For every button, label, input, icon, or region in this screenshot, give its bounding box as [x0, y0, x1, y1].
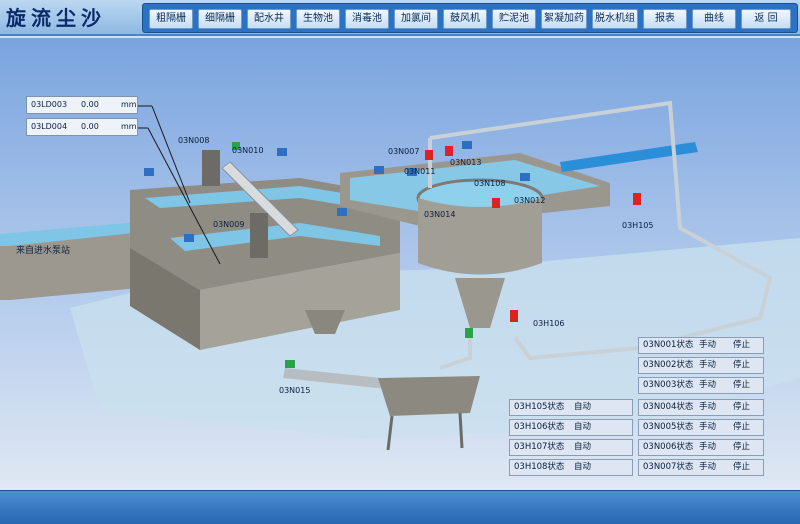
equipment-tag-03h106: 03H106 [533, 319, 565, 328]
washer-leg-2 [458, 412, 464, 449]
equipment-tag-03n007: 03N007 [388, 147, 420, 156]
status-row-03h107[interactable]: 03H107状态 自动 [509, 439, 633, 456]
status-row-03h106[interactable]: 03H106状态 自动 [509, 419, 633, 436]
level-tag: 03LD003 [31, 100, 68, 109]
status-state: 停止 [733, 462, 751, 472]
status-name: 03H108状态 [514, 462, 565, 472]
status-name: 03N007状态 [643, 462, 694, 472]
nav-back-button[interactable]: 返 回 [741, 9, 791, 29]
nav-bio-tank-button[interactable]: 生物池 [296, 9, 340, 29]
status-mode: 手动 [699, 340, 717, 350]
status-mode: 手动 [699, 442, 717, 452]
status-state: 停止 [733, 402, 751, 412]
status-row-03n002[interactable]: 03N002状态 手动 停止 [638, 357, 764, 374]
grit-washer [378, 376, 480, 416]
status-state: 停止 [733, 380, 751, 390]
status-row-03n006[interactable]: 03N006状态 手动 停止 [638, 439, 764, 456]
nav-sludge-tank-button[interactable]: 贮泥池 [492, 9, 536, 29]
nav-report-button[interactable]: 报表 [643, 9, 687, 29]
status-name: 03H107状态 [514, 442, 565, 452]
coarse-screen-frame [202, 150, 220, 186]
nav-chlorine-room-button[interactable]: 加氯间 [394, 9, 438, 29]
page-title: 旋流尘沙 [6, 6, 106, 30]
status-mode: 手动 [699, 422, 717, 432]
valve-icon[interactable] [285, 360, 295, 368]
level-unit: mm [121, 100, 137, 109]
status-name: 03H106状态 [514, 422, 565, 432]
status-row-03h105[interactable]: 03H105状态 自动 [509, 399, 633, 416]
equipment-tag-03n108: 03N108 [474, 179, 506, 188]
app-window: 旋流尘沙 粗隔栅 细隔栅 配水井 生物池 消毒池 加氯间 鼓风机 贮泥池 絮凝加… [0, 0, 800, 524]
valve-icon[interactable] [425, 150, 433, 160]
level-readout-03ld004: 03LD004 0.00 mm [26, 118, 138, 136]
status-mode: 自动 [574, 442, 592, 452]
inlet-label: 来自进水泵站 [16, 246, 71, 256]
status-name: 03H105状态 [514, 402, 565, 412]
status-mode: 自动 [574, 422, 592, 432]
status-row-03h108[interactable]: 03H108状态 自动 [509, 459, 633, 476]
equipment-tag-03n013: 03N013 [450, 158, 482, 167]
nav-dewatering-button[interactable]: 脱水机组 [592, 9, 638, 29]
equipment-tag-03n010: 03N010 [232, 146, 264, 155]
status-mode: 手动 [699, 462, 717, 472]
equipment-tag-03n011: 03N011 [404, 167, 436, 176]
motor-icon [144, 168, 154, 176]
equipment-tag-03n015: 03N015 [279, 386, 311, 395]
footer-bar [0, 490, 800, 524]
valve-icon[interactable] [510, 310, 518, 322]
status-row-03n007[interactable]: 03N007状态 手动 停止 [638, 459, 764, 476]
status-state: 停止 [733, 340, 751, 350]
status-state: 停止 [733, 360, 751, 370]
equipment-tag-03n009: 03N009 [213, 220, 245, 229]
level-value: 0.00 [81, 100, 99, 109]
motor-icon [462, 141, 472, 149]
motor-icon [520, 173, 530, 181]
status-row-03n004[interactable]: 03N004状态 手动 停止 [638, 399, 764, 416]
process-canvas: 03LD003 0.00 mm 03LD004 0.00 mm 来自进水泵站 0… [0, 38, 800, 490]
level-unit: mm [121, 122, 137, 131]
nav-fine-screen-button[interactable]: 细隔栅 [198, 9, 242, 29]
motor-icon [277, 148, 287, 156]
valve-icon[interactable] [633, 193, 641, 205]
status-name: 03N006状态 [643, 442, 694, 452]
status-name: 03N003状态 [643, 380, 694, 390]
nav-blower-button[interactable]: 鼓风机 [443, 9, 487, 29]
equipment-tag-03n014: 03N014 [424, 210, 456, 219]
status-name: 03N004状态 [643, 402, 694, 412]
motor-icon [184, 234, 194, 242]
level-tag: 03LD004 [31, 122, 68, 131]
fine-screen-frame [250, 213, 268, 258]
status-name: 03N001状态 [643, 340, 694, 350]
nav-disinfection-button[interactable]: 消毒池 [345, 9, 389, 29]
nav-coarse-screen-button[interactable]: 粗隔栅 [149, 9, 193, 29]
equipment-tag-03n008: 03N008 [178, 136, 210, 145]
valve-icon[interactable] [445, 146, 453, 156]
valve-icon[interactable] [492, 198, 500, 208]
nav-bar: 粗隔栅 细隔栅 配水井 生物池 消毒池 加氯间 鼓风机 贮泥池 絮凝加药 脱水机… [142, 3, 798, 33]
status-state: 停止 [733, 442, 751, 452]
status-mode: 自动 [574, 462, 592, 472]
motor-icon [337, 208, 347, 216]
nav-distribution-well-button[interactable]: 配水井 [247, 9, 291, 29]
header-bar: 旋流尘沙 粗隔栅 细隔栅 配水井 生物池 消毒池 加氯间 鼓风机 贮泥池 絮凝加… [0, 0, 800, 36]
status-name: 03N005状态 [643, 422, 694, 432]
valve-icon[interactable] [465, 328, 473, 338]
status-name: 03N002状态 [643, 360, 694, 370]
status-row-03n001[interactable]: 03N001状态 手动 停止 [638, 337, 764, 354]
nav-flocculant-button[interactable]: 絮凝加药 [541, 9, 587, 29]
status-row-03n005[interactable]: 03N005状态 手动 停止 [638, 419, 764, 436]
level-value: 0.00 [81, 122, 99, 131]
motor-icon [374, 166, 384, 174]
status-mode: 手动 [699, 360, 717, 370]
level-readout-03ld003: 03LD003 0.00 mm [26, 96, 138, 114]
equipment-tag-03h105: 03H105 [622, 221, 654, 230]
equipment-tag-03n012: 03N012 [514, 196, 546, 205]
nav-curve-button[interactable]: 曲线 [692, 9, 736, 29]
status-row-03n003[interactable]: 03N003状态 手动 停止 [638, 377, 764, 394]
status-mode: 自动 [574, 402, 592, 412]
status-mode: 手动 [699, 380, 717, 390]
status-state: 停止 [733, 422, 751, 432]
outlet-blue-pipe [560, 142, 698, 172]
status-mode: 手动 [699, 402, 717, 412]
